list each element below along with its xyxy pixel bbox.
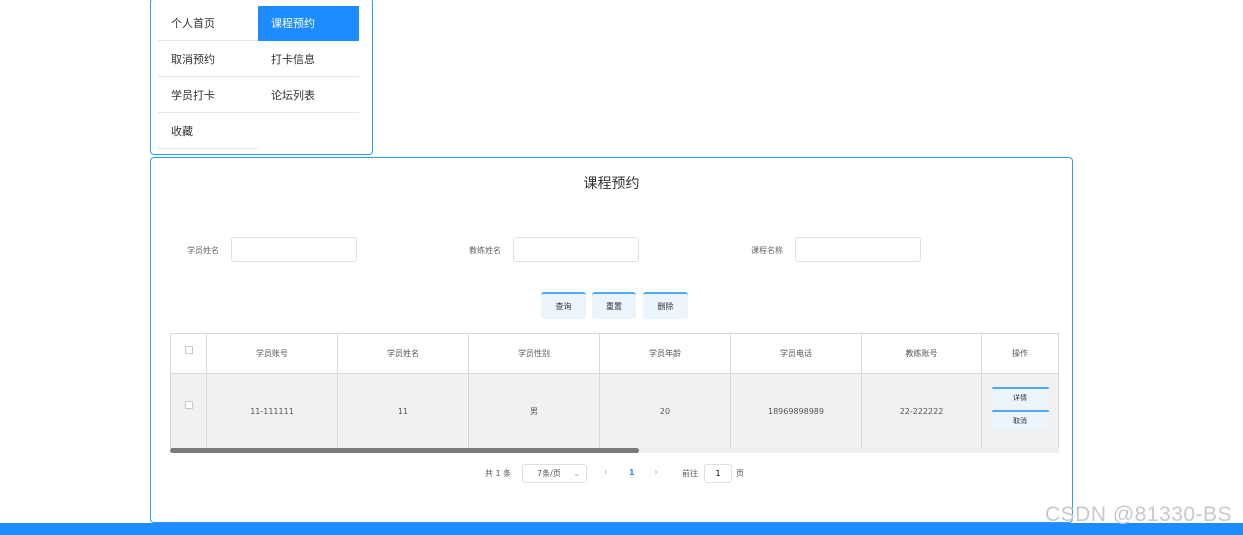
table-header-row: 学员账号 学员姓名 学员性别 学员年龄 学员电话 教练账号 操作 bbox=[171, 334, 1058, 374]
page-unit-label: 页 bbox=[736, 469, 744, 478]
menu-item-student-checkin[interactable]: 学员打卡 bbox=[158, 78, 259, 113]
nav-menu: 个人首页 课程预约 取消预约 打卡信息 学员打卡 论坛列表 收藏 bbox=[150, 0, 373, 155]
menu-item-home[interactable]: 个人首页 bbox=[158, 6, 259, 41]
page-size-value: 7条/页 bbox=[537, 469, 561, 478]
booking-table: 学员账号 学员姓名 学员性别 学员年龄 学员电话 教练账号 操作 11-1111… bbox=[170, 333, 1059, 449]
detail-button[interactable]: 详情 bbox=[991, 387, 1049, 406]
menu-item-course-booking[interactable]: 课程预约 bbox=[258, 6, 359, 41]
menu-item-favorites[interactable]: 收藏 bbox=[158, 114, 259, 149]
page-size-select[interactable]: 7条/页 ⌄ bbox=[522, 464, 587, 483]
table-horizontal-scrollbar[interactable] bbox=[170, 448, 1059, 453]
header-student-name: 学员姓名 bbox=[338, 334, 469, 373]
coach-name-label: 教练姓名 bbox=[469, 246, 501, 255]
header-student-phone: 学员电话 bbox=[731, 334, 862, 373]
next-page-icon[interactable]: › bbox=[654, 467, 658, 478]
prev-page-icon[interactable]: ‹ bbox=[604, 467, 608, 478]
delete-button[interactable]: 删除 bbox=[643, 292, 688, 319]
cell-operations: 详情 取消 bbox=[982, 374, 1058, 448]
header-coach-account: 教练账号 bbox=[862, 334, 982, 373]
course-name-label: 课程名称 bbox=[751, 246, 783, 255]
menu-item-checkin-info[interactable]: 打卡信息 bbox=[258, 42, 359, 77]
page-title: 课程预约 bbox=[583, 176, 640, 192]
cell-student-name: 11 bbox=[338, 374, 469, 448]
chevron-down-icon: ⌄ bbox=[573, 469, 580, 478]
cancel-booking-button[interactable]: 取消 bbox=[991, 410, 1049, 429]
header-student-account: 学员账号 bbox=[207, 334, 338, 373]
cell-student-gender: 男 bbox=[469, 374, 600, 448]
main-panel: 课程预约 学员姓名 教练姓名 课程名称 查询 重置 删除 学员账号 学员姓名 学… bbox=[150, 157, 1073, 523]
goto-label: 前往 bbox=[682, 469, 698, 478]
current-page-number[interactable]: 1 bbox=[629, 468, 635, 477]
select-all-checkbox[interactable] bbox=[184, 345, 193, 354]
cell-student-account: 11-111111 bbox=[207, 374, 338, 448]
header-student-age: 学员年龄 bbox=[600, 334, 731, 373]
header-operations: 操作 bbox=[1012, 349, 1028, 358]
query-button[interactable]: 查询 bbox=[541, 292, 586, 319]
pagination-total: 共 1 条 bbox=[485, 469, 512, 478]
course-name-input[interactable] bbox=[795, 237, 921, 262]
cell-coach-account: 22-222222 bbox=[862, 374, 982, 448]
row-checkbox[interactable] bbox=[184, 401, 193, 409]
reset-button[interactable]: 重置 bbox=[592, 292, 636, 319]
select-all-cell bbox=[171, 334, 207, 373]
coach-name-input[interactable] bbox=[513, 237, 639, 262]
goto-page-input[interactable] bbox=[704, 464, 732, 483]
student-name-input[interactable] bbox=[231, 237, 357, 262]
row-select-cell bbox=[171, 374, 207, 448]
cell-student-age: 20 bbox=[600, 374, 731, 448]
student-name-label: 学员姓名 bbox=[187, 246, 219, 255]
header-student-gender: 学员性别 bbox=[469, 334, 600, 373]
menu-item-forum-list[interactable]: 论坛列表 bbox=[258, 78, 359, 113]
watermark: CSDN @81330-BS bbox=[1045, 503, 1233, 526]
scrollbar-thumb[interactable] bbox=[170, 448, 639, 453]
table-row: 11-111111 11 男 20 18969898989 22-222222 … bbox=[171, 374, 1058, 448]
menu-item-cancel-booking[interactable]: 取消预约 bbox=[158, 42, 259, 77]
cell-student-phone: 18969898989 bbox=[731, 374, 862, 448]
